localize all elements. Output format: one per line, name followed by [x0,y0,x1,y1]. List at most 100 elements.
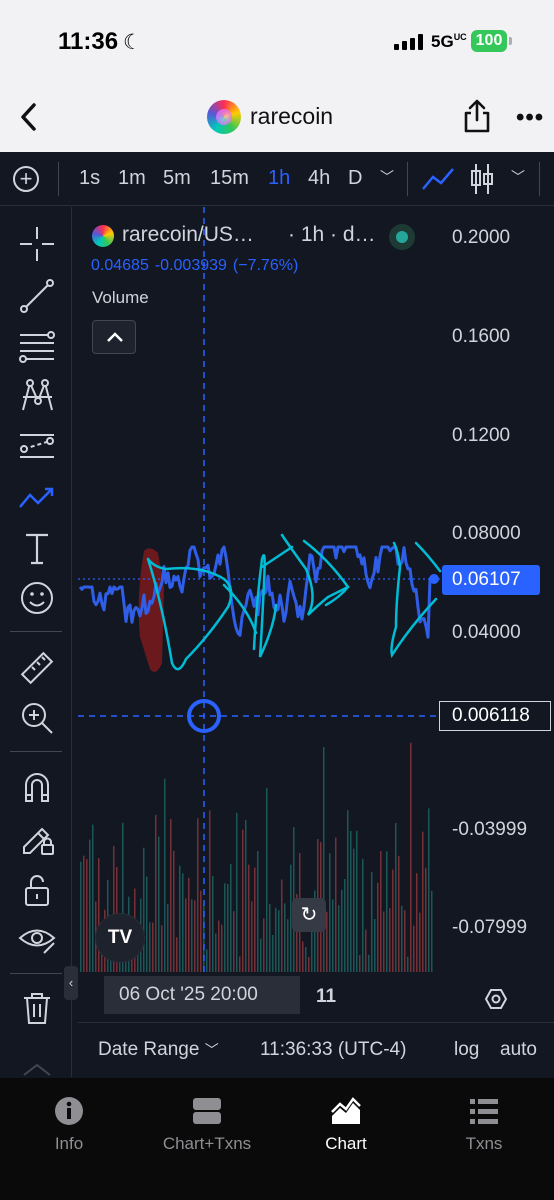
interval-1h[interactable]: 1h [268,167,290,190]
forecast-tool-icon[interactable] [18,427,56,465]
price-axis-label: 0.1200 [452,425,511,446]
unlock-icon[interactable] [18,871,56,909]
interval-4h[interactable]: 4h [308,167,330,190]
volume-bar [416,873,418,977]
tab-chart[interactable]: Chart [291,1096,401,1154]
crosshair-time-tag: 06 Oct '25 20:00 [104,976,300,1014]
fib-retracement-tool-icon[interactable] [18,327,56,365]
emoji-tool-icon[interactable] [18,579,56,617]
interval-15m[interactable]: 15m [210,167,249,190]
signal-icon [394,34,424,50]
brush-tool-icon[interactable] [18,479,56,517]
auto-scale-button[interactable]: auto [500,1039,537,1061]
interval-1s[interactable]: 1s [79,167,100,190]
tab-label: Txns [465,1134,503,1153]
volume-bar [275,907,277,977]
interval-1m[interactable]: 1m [118,167,146,190]
volume-bar [194,900,196,977]
status-time: 11:36 [58,28,119,55]
volume-bar [161,925,163,977]
crosshair-tool-icon[interactable] [18,225,56,263]
trend-line-tool-icon[interactable] [18,277,56,315]
tab-label: Chart [325,1134,367,1153]
battery-tip [509,37,512,45]
collapse-legend-button[interactable] [92,320,136,354]
pattern-tool-icon[interactable] [18,377,56,415]
volume-bar [251,901,253,977]
tab-info[interactable]: Info [14,1096,124,1154]
reset-chart-icon[interactable]: ↻ [292,898,326,932]
volume-bar [182,873,184,977]
volume-bar [365,929,367,977]
tools-divider [10,973,62,974]
time-axis-tick: 11 [316,986,337,1007]
tradingview-logo[interactable]: TV [95,913,145,963]
volume-bar [353,848,355,977]
volume-bar [218,920,220,977]
zoom-in-icon[interactable] [18,699,56,737]
tab-txns[interactable]: Txns [429,1096,539,1154]
interval-1d[interactable]: D [348,167,362,190]
visibility-eye-icon[interactable] [18,919,56,957]
back-chevron-icon[interactable] [16,100,42,134]
volume-bar [188,877,190,977]
volume-bar [191,899,193,977]
line-chart-type-icon[interactable] [420,164,456,194]
legend-change: -0.003939 [154,257,227,274]
volume-bar [419,912,421,977]
chevron-up-icon[interactable] [20,1059,54,1077]
volume-bar [380,851,382,977]
trash-icon[interactable] [18,989,56,1027]
tools-divider [10,751,62,752]
volume-bar [212,875,214,977]
volume-bar [155,814,157,977]
volume-bar [209,810,211,977]
chart-type-dropdown-icon[interactable]: ﹀ [511,167,525,187]
split-view-icon [193,1098,221,1124]
interval-dropdown-icon[interactable]: ﹀ [380,167,394,187]
chart-settings-icon[interactable] [485,988,507,1010]
legend-symbol: rarecoin/US… [122,223,254,246]
chart-icon [331,1097,361,1124]
legend-header[interactable]: rarecoin/US… · 1h · d… [92,223,422,249]
text-tool-icon[interactable] [18,529,56,567]
volume-bar [83,855,85,977]
volume-label[interactable]: Volume [92,288,149,308]
price-series-line [78,545,434,639]
price-chart[interactable]: rarecoin/US… · 1h · d… 0.04685 -0.003939 (… [78,207,554,1077]
volume-bar [143,847,145,977]
date-range-button[interactable]: Date Range ﹀ [98,1039,219,1061]
more-options-icon[interactable]: ••• [516,104,544,132]
chart-clock[interactable]: 11:36:33 (UTC-4) [260,1039,406,1061]
candlestick-chart-icon[interactable] [468,162,496,196]
share-icon[interactable] [462,98,492,134]
time-axis[interactable]: 06 Oct '25 20:00 11 [78,972,554,1022]
tab-chart-txns[interactable]: Chart+Txns [152,1096,262,1154]
volume-bar [386,851,388,977]
interval-toolbar: + 1s 1m 5m 15m 1h 4h D ﹀ ﹀ [0,152,554,206]
collapse-toolbar-button[interactable]: ‹ [64,966,78,1000]
volume-bar [149,922,151,977]
magnet-icon[interactable] [18,769,56,807]
volume-bar [236,812,238,977]
volume-bar [371,872,373,977]
last-price-tag: 0.06107 [442,565,540,595]
market-status-dot [389,224,415,250]
info-icon [55,1097,83,1125]
volume-bar [413,925,415,977]
lock-drawings-icon[interactable] [18,819,56,857]
volume-bar [410,742,412,977]
volume-bar [281,879,283,977]
add-indicator-button[interactable]: + [13,166,39,192]
ruler-icon[interactable] [18,649,56,687]
volume-bar [401,905,403,977]
legend-change-pct: (−7.76%) [232,257,299,274]
log-scale-button[interactable]: log [454,1039,479,1061]
interval-5m[interactable]: 5m [163,167,191,190]
volume-bar [173,850,175,977]
volume-bar [245,819,247,977]
volume-bar [263,918,265,977]
volume-bar [341,889,343,977]
legend-interval: · 1h · d… [288,223,376,246]
volume-bar [329,853,331,977]
